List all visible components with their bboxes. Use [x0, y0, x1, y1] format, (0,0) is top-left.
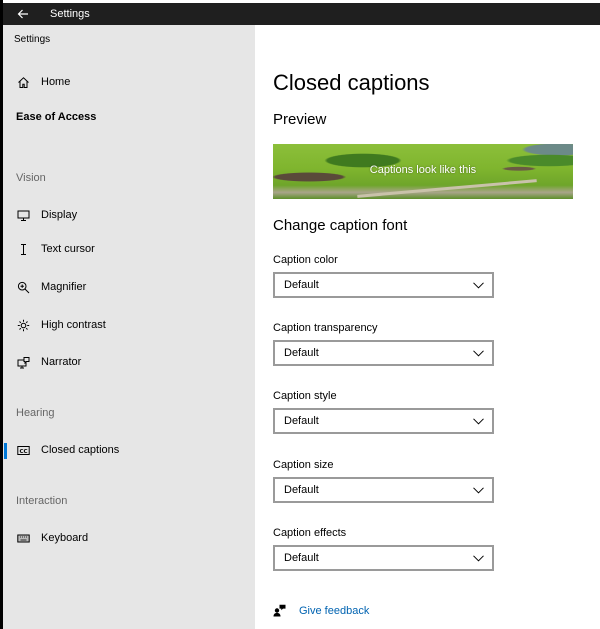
give-feedback-label: Give feedback: [299, 604, 370, 617]
chevron-down-icon: [473, 417, 484, 425]
caption-transparency-label: Caption transparency: [273, 322, 378, 334]
settings-window: Settings Settings Home Ease of Access Vi…: [3, 0, 600, 629]
caption-style-dropdown[interactable]: Default: [273, 408, 494, 434]
give-feedback-link[interactable]: Give feedback: [273, 604, 369, 617]
category-heading: Ease of Access: [16, 111, 97, 123]
keyboard-icon: [16, 531, 30, 545]
sidebar-item-text-cursor[interactable]: Text cursor: [3, 235, 255, 263]
svg-text:CC: CC: [19, 448, 27, 454]
dropdown-value: Default: [284, 484, 319, 496]
sidebar-item-label: Magnifier: [41, 281, 87, 293]
section-heading-interaction: Interaction: [16, 495, 68, 507]
sidebar-item-label: Closed captions: [41, 444, 120, 456]
chevron-down-icon: [473, 349, 484, 357]
selection-indicator: [4, 443, 7, 459]
sidebar-item-label: Home: [41, 76, 71, 88]
caption-size-dropdown[interactable]: Default: [273, 477, 494, 503]
sidebar-item-home[interactable]: Home: [3, 68, 255, 96]
chevron-down-icon: [473, 554, 484, 562]
monitor-icon: [16, 208, 30, 222]
caption-color-label: Caption color: [273, 254, 338, 266]
dropdown-value: Default: [284, 347, 319, 359]
caption-preview-image: Captions look like this: [273, 144, 573, 199]
arrow-left-icon: [17, 9, 28, 19]
section-heading-vision: Vision: [16, 172, 46, 184]
sidebar-item-label: Keyboard: [41, 532, 89, 544]
window-title: Settings: [50, 8, 90, 20]
caption-style-label: Caption style: [273, 390, 337, 402]
magnifier-icon: [16, 280, 30, 294]
sidebar-item-narrator[interactable]: Narrator: [3, 348, 255, 376]
sidebar-item-magnifier[interactable]: Magnifier: [3, 273, 255, 301]
caption-color-dropdown[interactable]: Default: [273, 272, 494, 298]
sidebar-item-high-contrast[interactable]: High contrast: [3, 311, 255, 339]
home-icon: [16, 75, 30, 89]
preview-caption-text: Captions look like this: [369, 164, 477, 176]
caption-transparency-dropdown[interactable]: Default: [273, 340, 494, 366]
sidebar-item-label: High contrast: [41, 319, 106, 331]
dropdown-value: Default: [284, 279, 319, 291]
sidebar-item-label: Display: [41, 209, 78, 221]
change-caption-font-heading: Change caption font: [273, 217, 408, 234]
feedback-icon: [273, 604, 286, 617]
chevron-down-icon: [473, 486, 484, 494]
section-heading-hearing: Hearing: [16, 407, 55, 419]
sidebar-app-label: Settings: [14, 34, 51, 45]
sidebar-item-keyboard[interactable]: Keyboard: [3, 524, 255, 552]
caption-effects-dropdown[interactable]: Default: [273, 545, 494, 571]
cc-icon: CC: [16, 443, 30, 457]
sidebar: Settings Home Ease of Access Vision Disp…: [3, 25, 255, 629]
main-content: Closed captions Preview Captions look li…: [255, 25, 600, 629]
sidebar-item-closed-captions[interactable]: CC Closed captions: [3, 436, 255, 464]
dropdown-value: Default: [284, 552, 319, 564]
caption-size-label: Caption size: [273, 459, 334, 471]
dropdown-value: Default: [284, 415, 319, 427]
page-title: Closed captions: [273, 70, 430, 95]
title-bar: Settings: [3, 3, 600, 25]
back-button[interactable]: [3, 3, 43, 25]
sidebar-item-display[interactable]: Display: [3, 201, 255, 229]
preview-heading: Preview: [273, 111, 327, 128]
sidebar-item-label: Narrator: [41, 356, 82, 368]
narrator-icon: [16, 355, 30, 369]
text-cursor-icon: [16, 242, 30, 256]
sun-icon: [16, 318, 30, 332]
sidebar-item-label: Text cursor: [41, 243, 95, 255]
caption-effects-label: Caption effects: [273, 527, 347, 539]
chevron-down-icon: [473, 281, 484, 289]
